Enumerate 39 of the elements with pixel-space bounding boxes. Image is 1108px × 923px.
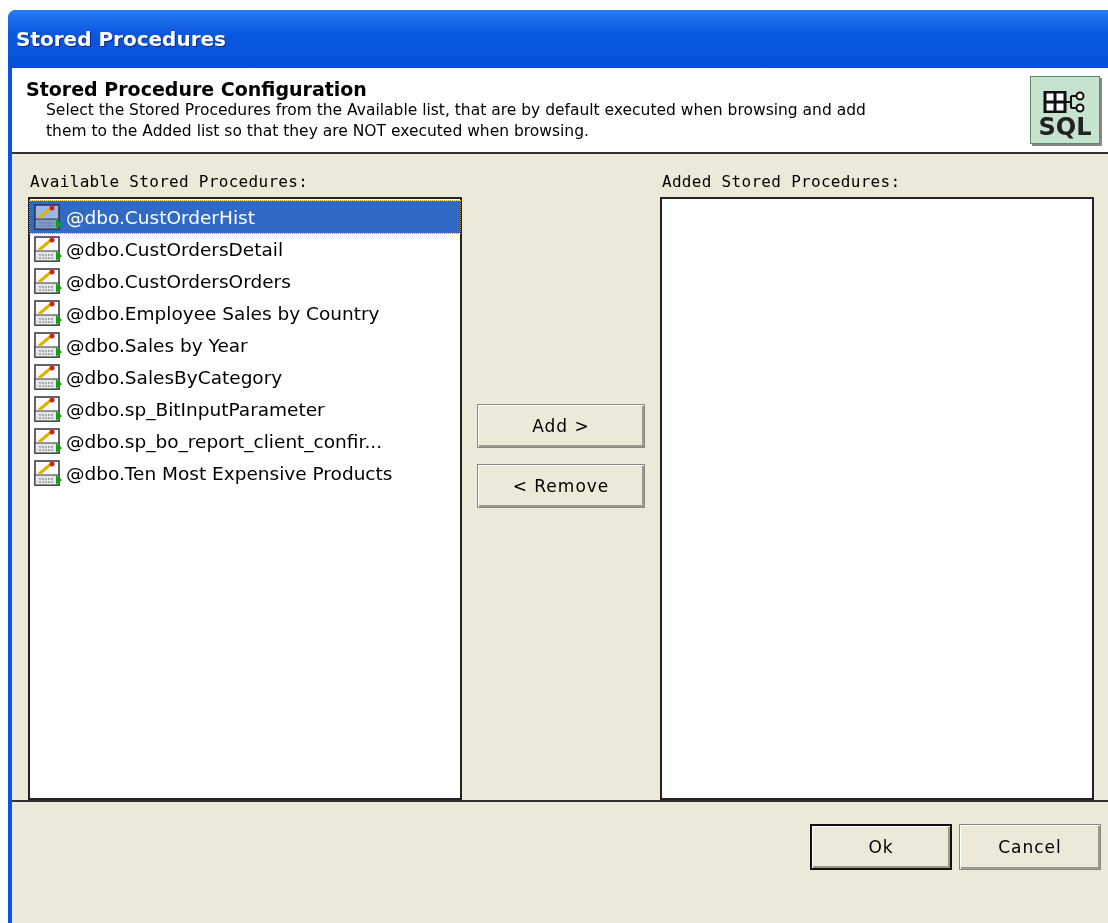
procedure-name: @dbo.Sales by Year [66,334,248,356]
available-list[interactable] [28,197,462,800]
badge-label: SQL [1038,113,1092,141]
procedure-icon [33,458,63,488]
procedure-item[interactable]: @dbo.Sales by Year [30,329,460,361]
procedure-icon [33,234,63,264]
table-tree-icon [1043,91,1087,113]
procedure-item[interactable]: @dbo.sp_BitInputParameter [30,393,460,425]
dialog-button[interactable]: Ok [810,824,952,870]
procedure-icon [33,298,63,328]
procedure-icon [33,362,63,392]
move-button[interactable]: Add > [477,404,645,448]
procedure-name: @dbo.Employee Sales by Country [66,302,380,324]
procedure-name: @dbo.CustOrdersDetail [66,238,284,260]
procedure-item[interactable]: @dbo.CustOrdersOrders [30,265,460,297]
header-title: Stored Procedure Configuration [26,78,368,100]
procedure-name: @dbo.SalesByCategory [66,366,283,388]
added-label: Added Stored Procedures: [661,172,902,191]
procedure-name: @dbo.sp_bo_report_client_confir... [66,430,383,452]
procedure-name: @dbo.sp_BitInputParameter [66,398,325,420]
move-button[interactable]: < Remove [477,464,645,508]
procedure-item[interactable]: @dbo.SalesByCategory [30,361,460,393]
procedure-item[interactable]: @dbo.Ten Most Expensive Products [30,457,460,489]
available-label: Available Stored Procedures: [29,172,310,191]
procedure-item[interactable]: @dbo.Employee Sales by Country [30,297,460,329]
dialog-button[interactable]: Cancel [959,824,1101,870]
window-title: Stored Procedures [16,27,226,51]
procedure-item[interactable]: @dbo.CustOrdersDetail [30,233,460,265]
procedure-icon [33,330,63,360]
procedure-icon [33,394,63,424]
procedure-item[interactable]: @dbo.CustOrderHist [30,201,460,233]
header-description: Select the Stored Procedures from the Available list, that are by default executed when browsing and add them to the Added list so that they are NOT executed when browsing. [45,100,866,142]
procedure-name: @dbo.Ten Most Expensive Products [66,462,393,484]
procedure-name: @dbo.CustOrdersOrders [66,270,291,292]
procedure-icon [33,266,63,296]
procedure-icon [33,202,63,232]
procedure-item[interactable]: @dbo.sp_bo_report_client_confir... [30,425,460,457]
procedure-icon [33,426,63,456]
procedure-name: @dbo.CustOrderHist [66,206,255,228]
